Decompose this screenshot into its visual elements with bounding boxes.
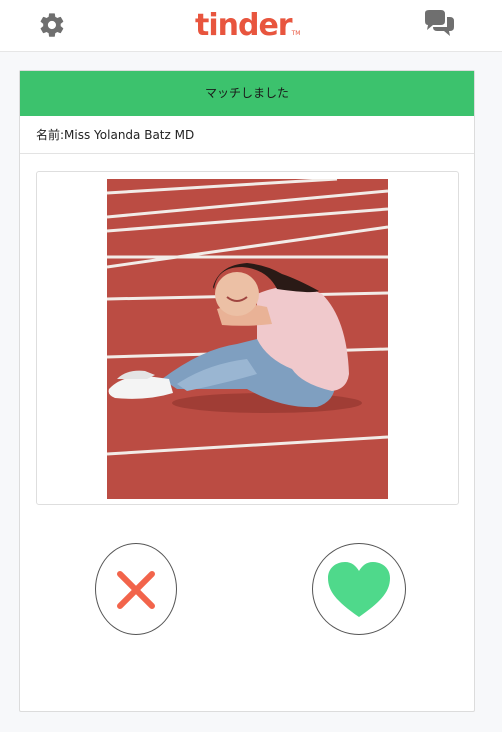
photo-frame [36, 171, 459, 505]
logo-trademark: TM [291, 30, 301, 37]
chat-bubbles-icon[interactable] [422, 9, 456, 39]
profile-name: 名前:Miss Yolanda Batz MD [20, 116, 474, 154]
logo-text: tinder [195, 8, 293, 43]
nope-button[interactable] [95, 543, 177, 635]
profile-photo[interactable] [107, 179, 388, 499]
heart-icon [328, 562, 390, 617]
top-navigation-bar: tinderTM [0, 0, 502, 52]
x-icon [117, 571, 155, 609]
match-status-banner: マッチしました [20, 71, 474, 116]
tinder-logo: tinderTM [195, 6, 300, 46]
like-button[interactable] [312, 543, 406, 635]
gear-icon[interactable] [38, 11, 66, 39]
profile-card: マッチしました 名前:Miss Yolanda Batz MD [19, 70, 475, 712]
